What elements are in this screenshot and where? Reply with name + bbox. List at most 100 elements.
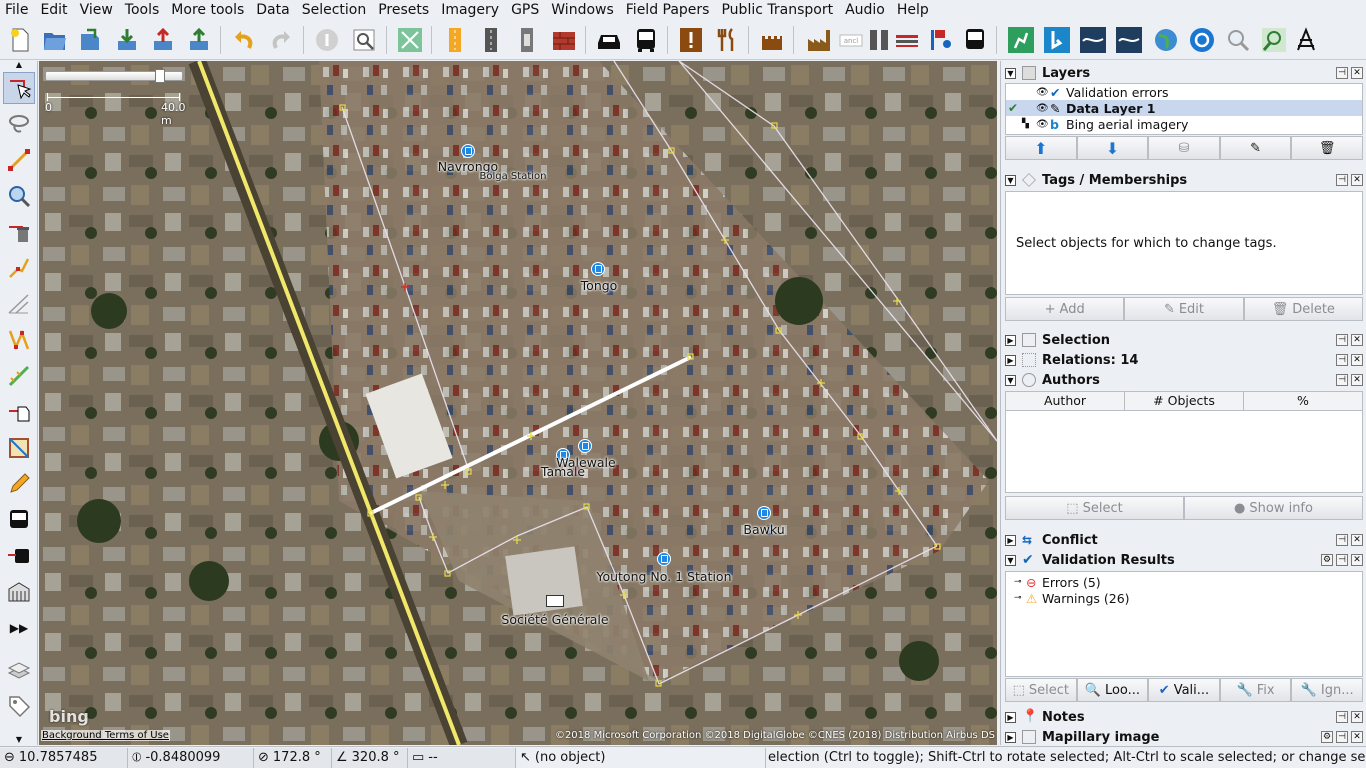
layers-stack-icon[interactable] (3, 654, 35, 686)
pin-icon[interactable]: ⊣ (1336, 354, 1348, 366)
bus-stop-icon[interactable] (578, 439, 592, 453)
menu-tools[interactable]: Tools (119, 0, 166, 20)
scroll-down-icon[interactable]: ▼ (0, 735, 38, 744)
pin-icon[interactable]: ⊣ (1336, 334, 1348, 346)
compass-icon[interactable] (1186, 24, 1218, 56)
bus-stop-icon[interactable] (461, 144, 475, 158)
poi-flag-icon[interactable] (924, 24, 956, 56)
highway-yellow-icon[interactable] (439, 24, 471, 56)
expand-icon[interactable]: ▶ (1005, 354, 1016, 366)
menu-data[interactable]: Data (250, 0, 295, 20)
relations-panel-header[interactable]: ▶ Relations: 14 ⊣ ✕ (1005, 351, 1363, 369)
menu-windows[interactable]: Windows (545, 0, 620, 20)
column-header-author[interactable]: Author (1006, 392, 1125, 410)
pin-icon[interactable]: ⊣ (1336, 711, 1348, 723)
road-warning-icon[interactable] (1290, 24, 1322, 56)
menu-view[interactable]: View (74, 0, 119, 20)
collapse-icon[interactable]: ▼ (1005, 174, 1016, 186)
delete-tag-button[interactable]: 🗑 Delete (1243, 297, 1363, 321)
scroll-up-icon[interactable]: ▲ (0, 61, 38, 69)
layers-panel-header[interactable]: ▼ Layers ⊣ ✕ (1005, 64, 1363, 82)
pin-icon[interactable]: ⊣ (1336, 731, 1348, 743)
validation-ignore-button[interactable]: 🔧 Ign... (1291, 678, 1363, 702)
pin-icon[interactable]: ⊣ (1336, 534, 1348, 546)
road-dark-icon[interactable] (475, 24, 507, 56)
validation-panel-header[interactable]: ▼ ✔ Validation Results ⚙ ⊣ ✕ (1005, 551, 1363, 569)
info-icon[interactable] (311, 24, 343, 56)
more-tools-icon[interactable]: ▶▶ (3, 612, 35, 644)
menu-audio[interactable]: Audio (839, 0, 891, 20)
validation-warnings-row[interactable]: ⊸ ⚠ Warnings (26) (1006, 590, 1362, 606)
pin-icon[interactable]: ⊣ (1336, 174, 1348, 186)
close-icon[interactable]: ✕ (1351, 374, 1363, 386)
column-header-objects[interactable]: # Objects (1125, 392, 1244, 410)
collapse-icon[interactable]: ▼ (1005, 554, 1016, 566)
menu-presets[interactable]: Presets (372, 0, 435, 20)
validation-validate-button[interactable]: ✔ Vali... (1148, 678, 1220, 702)
layer-row-selected[interactable]: ✔ 👁 ✎ Data Layer 1 (1006, 100, 1362, 116)
draw-tool-icon[interactable] (3, 144, 35, 176)
close-icon[interactable]: ✕ (1351, 174, 1363, 186)
bing-b-icon[interactable] (1041, 24, 1073, 56)
tags-panel-header[interactable]: ▼ Tags / Memberships ⊣ ✕ (1005, 171, 1363, 189)
tag-icon[interactable] (3, 690, 35, 722)
road-light-icon[interactable] (511, 24, 543, 56)
authors-show-info-button[interactable]: ● Show info (1184, 496, 1363, 520)
zoom-map-icon[interactable] (1258, 24, 1290, 56)
grid-tool-icon[interactable] (3, 576, 35, 608)
bank-icon[interactable] (546, 595, 564, 607)
bus-stop-icon[interactable] (757, 506, 771, 520)
close-icon[interactable]: ✕ (1351, 334, 1363, 346)
menu-gps[interactable]: GPS (505, 0, 545, 20)
close-icon[interactable]: ✕ (1351, 534, 1363, 546)
walking-icon[interactable] (1005, 24, 1037, 56)
close-icon[interactable]: ✕ (1351, 67, 1363, 79)
layer-row[interactable]: 👁 ✔ Validation errors (1006, 84, 1362, 100)
conflict-panel-header[interactable]: ▶ ⇆ Conflict ⊣ ✕ (1005, 531, 1363, 549)
tree-expand-icon[interactable]: ⊸ (1014, 577, 1026, 587)
pencil-tool-icon[interactable] (3, 468, 35, 500)
zoom-data-icon[interactable] (348, 24, 380, 56)
open-file-icon[interactable] (39, 24, 71, 56)
restaurant-icon[interactable] (711, 24, 743, 56)
column-header-percent[interactable]: % (1244, 392, 1362, 410)
save-icon[interactable] (75, 24, 107, 56)
visibility-icon[interactable]: 👁 (1036, 119, 1050, 130)
background-terms-link[interactable]: Background Terms of Use (41, 730, 170, 741)
brick-wall-icon[interactable] (548, 24, 580, 56)
bus-front-icon[interactable] (959, 24, 991, 56)
upload-changes-icon[interactable] (183, 24, 215, 56)
pin-icon[interactable]: ⊣ (1336, 554, 1348, 566)
visibility-icon[interactable]: 👁 (1036, 87, 1050, 98)
bus-stop-icon[interactable] (657, 552, 671, 566)
mapillary-panel-header[interactable]: ▶ Mapillary image ⚙ ⊣ ✕ (1005, 728, 1363, 746)
delete-tool-icon[interactable] (3, 216, 35, 248)
collapse-icon[interactable]: ▼ (1005, 67, 1016, 79)
menu-help[interactable]: Help (891, 0, 935, 20)
new-file-icon[interactable] (4, 24, 36, 56)
upload-icon[interactable] (147, 24, 179, 56)
drag-handle-icon[interactable]: ▚ (1022, 119, 1036, 129)
castle-icon[interactable] (756, 24, 788, 56)
menu-edit[interactable]: Edit (34, 0, 73, 20)
move-down-button[interactable]: ⬇ (1076, 136, 1149, 160)
menu-field-papers[interactable]: Field Papers (620, 0, 716, 20)
expand-icon[interactable]: ▶ (1005, 534, 1016, 546)
close-icon[interactable]: ✕ (1351, 554, 1363, 566)
close-icon[interactable]: ✕ (1351, 731, 1363, 743)
expand-icon[interactable]: ▶ (1005, 731, 1016, 743)
menu-selection[interactable]: Selection (296, 0, 373, 20)
magnifier-icon[interactable] (1222, 24, 1254, 56)
settings-icon[interactable]: ⚙ (1321, 731, 1333, 743)
collapse-icon[interactable]: ▼ (1005, 374, 1016, 386)
move-up-button[interactable]: ⬆ (1005, 136, 1077, 160)
stripe-icon[interactable] (891, 24, 923, 56)
hand-tool-icon[interactable] (3, 396, 35, 428)
bus-icon[interactable] (630, 24, 662, 56)
redo-icon[interactable] (266, 24, 298, 56)
authors-panel-header[interactable]: ▼ Authors ⊣ ✕ (1005, 371, 1363, 389)
expand-icon[interactable]: ▶ (1005, 334, 1016, 346)
menu-more-tools[interactable]: More tools (165, 0, 250, 20)
combine-way-icon[interactable] (3, 324, 35, 356)
visibility-icon[interactable]: 👁 (1036, 103, 1050, 114)
